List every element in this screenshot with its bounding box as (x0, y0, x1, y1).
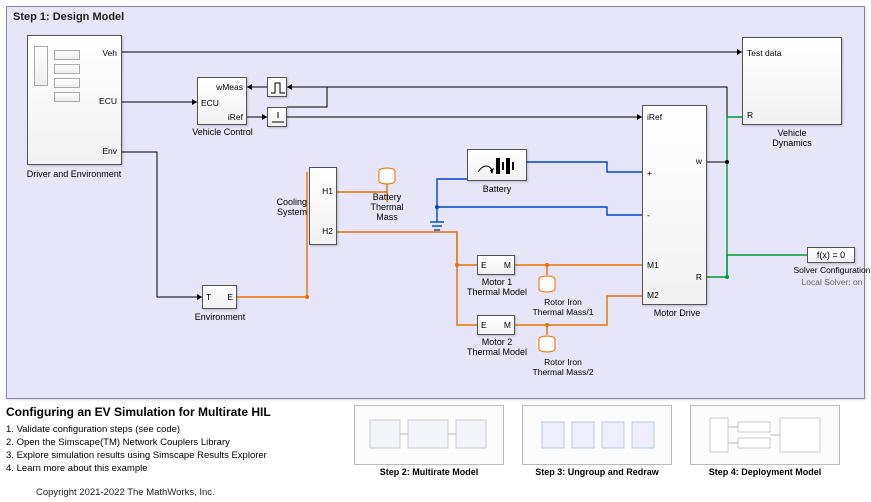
port-md-minus: - (647, 210, 650, 220)
rotor2-label: Rotor Iron Thermal Mass/2 (523, 357, 603, 377)
port-m2-e: E (481, 320, 487, 330)
copyright: Copyright 2021-2022 The MathWorks, Inc. (36, 487, 215, 498)
step4-preview[interactable]: Step 4: Deployment Model (685, 405, 845, 477)
port-md-r: R (696, 272, 702, 282)
wires-svg (7, 7, 866, 400)
port-wmeas: wMeas (216, 82, 243, 92)
step2-caption: Step 2: Multirate Model (349, 467, 509, 477)
motor-drive-label: Motor Drive (627, 308, 727, 318)
motor1-thermal-label: Motor 1 Thermal Model (447, 277, 547, 297)
motor1-thermal-block[interactable]: E M (477, 255, 515, 275)
driver-environment-block[interactable]: Veh ECU Env (27, 35, 122, 165)
port-vd-test: Test data (747, 48, 782, 58)
motor2-thermal-block[interactable]: E M (477, 315, 515, 335)
port-e: E (227, 292, 233, 302)
vehicle-dynamics-block[interactable]: Test data R (742, 37, 842, 125)
solver-config-block[interactable]: f(x) = 0 (807, 247, 855, 263)
port-ecu: ECU (99, 96, 117, 106)
solver-sub: Local Solver: on (767, 277, 871, 287)
step4-caption: Step 4: Deployment Model (685, 467, 845, 477)
port-env: Env (102, 146, 117, 156)
step3-preview[interactable]: Step 3: Ungroup and Redraw (517, 405, 677, 477)
sum-block[interactable] (267, 107, 287, 127)
port-h1: H1 (322, 186, 333, 196)
battery-thermal-mass-icon[interactable] (378, 167, 396, 190)
panel-title: Step 1: Design Model (13, 11, 124, 23)
motor-drive-block[interactable]: iRef + - M1 M2 w R (642, 105, 707, 305)
config-title: Configuring an EV Simulation for Multira… (6, 405, 341, 419)
vehicle-control-label: Vehicle Control (175, 127, 270, 137)
solver-label: Solver Configuration (767, 265, 871, 275)
battery-block[interactable] (467, 149, 527, 181)
rotor1-label: Rotor Iron Thermal Mass/1 (523, 297, 603, 317)
port-m1-m: M (504, 260, 511, 270)
port-vd-r: R (747, 110, 753, 120)
port-md-m1: M1 (647, 260, 659, 270)
step3-caption: Step 3: Ungroup and Redraw (517, 467, 677, 477)
vehicle-control-block[interactable]: wMeas ECU iRef (197, 77, 247, 125)
port-md-iref: iRef (647, 112, 662, 122)
port-veh: Veh (102, 48, 117, 58)
rotor1-thermal-mass-icon[interactable] (538, 275, 556, 298)
config-item[interactable]: Validate configuration steps (see code) (6, 423, 341, 436)
cooling-system-label: Cooling System (245, 197, 307, 217)
rotor2-thermal-mass-icon[interactable] (538, 335, 556, 358)
config-item[interactable]: Learn more about this example (6, 462, 341, 475)
bottom-row: Configuring an EV Simulation for Multira… (6, 405, 865, 485)
config-item[interactable]: Explore simulation results using Simscap… (6, 449, 341, 462)
port-t: T (206, 292, 211, 302)
driver-environment-label: Driver and Environment (24, 169, 124, 179)
vehicle-dynamics-label: Vehicle Dynamics (742, 128, 842, 148)
port-iref-out: iRef (228, 112, 243, 122)
design-model-panel: Step 1: Design Model (6, 6, 865, 399)
step2-preview[interactable]: Step 2: Multirate Model (349, 405, 509, 477)
config-item[interactable]: Open the Simscape(TM) Network Couplers L… (6, 436, 341, 449)
port-h2: H2 (322, 226, 333, 236)
port-m2-m: M (504, 320, 511, 330)
port-md-m2: M2 (647, 290, 659, 300)
config-list: Validate configuration steps (see code) … (6, 423, 341, 475)
port-md-w: w (696, 156, 702, 166)
battery-label: Battery (447, 184, 547, 194)
port-m1-e: E (481, 260, 487, 270)
solver-expr: f(x) = 0 (817, 250, 845, 260)
environment-label: Environment (170, 312, 270, 322)
motor2-thermal-label: Motor 2 Thermal Model (447, 337, 547, 357)
pulse-block[interactable] (267, 77, 287, 97)
environment-block[interactable]: T E (202, 285, 237, 309)
cooling-system-block[interactable]: H1 H2 (309, 167, 337, 245)
port-md-plus: + (647, 168, 652, 178)
config-text: Configuring an EV Simulation for Multira… (6, 405, 341, 475)
port-ecu2: ECU (201, 98, 219, 108)
battery-thermal-mass-label: Battery Thermal Mass (352, 192, 422, 222)
ground-icon (428, 217, 446, 236)
